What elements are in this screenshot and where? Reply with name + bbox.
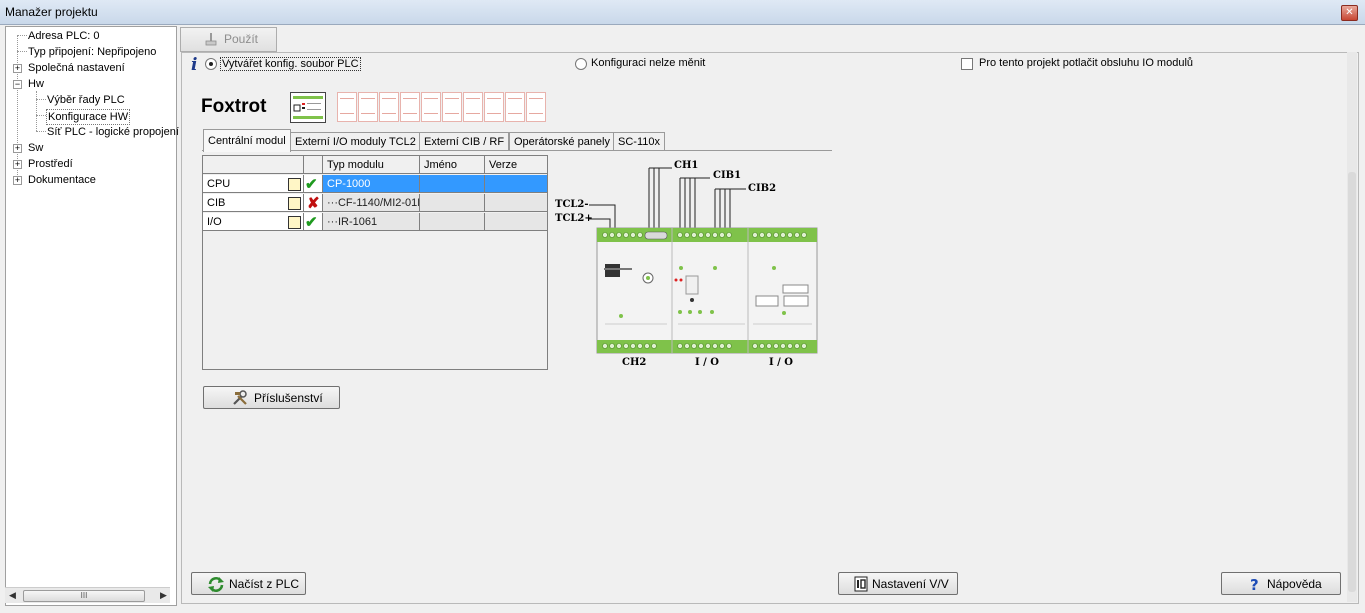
label-no-change[interactable]: Konfiguraci nelze měnit [591, 57, 705, 69]
tree-line [36, 91, 37, 131]
empty-module-slot[interactable] [505, 92, 525, 122]
expand-icon[interactable]: + [13, 64, 22, 73]
expand-icon[interactable]: + [13, 160, 22, 169]
apply-label: Použít [224, 32, 259, 46]
grid-header-version[interactable]: Verze [485, 156, 547, 174]
tree-item-hw-config[interactable]: Konfigurace HW [46, 109, 131, 125]
scroll-thumb[interactable] [1348, 172, 1356, 592]
grid-header-blank [304, 156, 323, 174]
tree-item-environment[interactable]: Prostředí [28, 157, 73, 171]
checkbox-suppress-io[interactable] [961, 58, 973, 70]
apply-button[interactable]: Použít [180, 27, 277, 52]
collapse-icon[interactable]: − [13, 80, 22, 89]
grid-cell-name-io[interactable] [420, 213, 485, 231]
grid-header-name[interactable]: Jméno [420, 156, 485, 174]
scroll-right-icon[interactable]: ▶ [160, 590, 167, 601]
edit-icon[interactable] [288, 216, 301, 229]
grid-cell-version-io[interactable] [485, 213, 547, 231]
grid-cell-version-cib[interactable] [485, 194, 547, 212]
io-settings-icon [854, 576, 868, 592]
tree-item-plc-address[interactable]: Adresa PLC: 0 [28, 29, 100, 43]
accessories-button[interactable]: Příslušenství [203, 386, 340, 409]
refresh-icon [208, 577, 224, 592]
io-settings-button[interactable]: Nastavení V/V [838, 572, 958, 595]
edit-icon[interactable] [288, 178, 301, 191]
expand-icon[interactable]: + [13, 176, 22, 185]
empty-module-slot[interactable] [484, 92, 504, 122]
grid-header-blank [203, 156, 304, 174]
main-vertical-scrollbar[interactable] [1347, 52, 1357, 602]
cpu-module-slot[interactable] [290, 92, 326, 123]
pin-leader-lines [589, 167, 746, 228]
apply-icon [205, 33, 217, 46]
title-bar: Manažer projektu ✕ [0, 0, 1365, 25]
tree-item-plc-network[interactable]: Síť PLC - logické propojení [47, 125, 179, 139]
ok-check-icon: ✔ [305, 214, 318, 231]
load-from-plc-button[interactable]: Načíst z PLC [191, 572, 306, 595]
tab-external-cib-rf[interactable]: Externí CIB / RF [419, 132, 510, 151]
radio-no-change[interactable] [575, 58, 587, 70]
plc-diagram [589, 167, 818, 354]
ok-check-icon: ✔ [305, 176, 318, 193]
tree-line [17, 35, 27, 36]
tree-item-documentation[interactable]: Dokumentace [28, 173, 96, 187]
project-tree: Adresa PLC: 0 Typ připojení: Nepřipojeno… [5, 26, 179, 606]
scroll-thumb[interactable]: III [23, 590, 145, 602]
tree-item-connection-type[interactable]: Typ připojení: Nepřipojeno [28, 45, 156, 59]
help-label: Nápověda [1267, 577, 1322, 591]
tree-line [36, 131, 46, 132]
tree-item-common-settings[interactable]: Společná nastavení [28, 61, 125, 75]
error-cross-icon: ✘ [307, 195, 320, 212]
tab-external-io-tcl2[interactable]: Externí I/O moduly TCL2 [290, 132, 421, 151]
grid-cell-name-cib[interactable] [420, 194, 485, 212]
empty-module-slot[interactable] [463, 92, 483, 122]
module-grid: Typ modulu Jméno Verze CPU ✔ CP-1000 CIB… [202, 155, 548, 370]
tree-item-sw[interactable]: Sw [28, 141, 43, 155]
accessories-label: Příslušenství [254, 391, 323, 405]
grid-header-module-type[interactable]: Typ modulu [323, 156, 420, 174]
tab-strip-line [202, 150, 832, 151]
empty-module-slot[interactable] [358, 92, 378, 122]
grid-cell-module-cpu[interactable]: CP-1000 [323, 175, 420, 193]
load-from-plc-label: Načíst z PLC [229, 577, 300, 591]
tree-item-plc-series[interactable]: Výběr řady PLC [47, 93, 125, 107]
empty-module-slot[interactable] [526, 92, 546, 122]
svg-text:?: ? [1250, 576, 1259, 593]
window-title: Manažer projektu [5, 5, 98, 19]
cpu-module-icon [293, 96, 323, 119]
scroll-left-icon[interactable]: ◀ [9, 590, 16, 601]
edit-icon[interactable] [288, 197, 301, 210]
grid-cell-module-cib[interactable]: ···CF-1140/MI2-01M [323, 194, 420, 212]
grid-cell-module-io[interactable]: ···IR-1061 [323, 213, 420, 231]
empty-module-slot[interactable] [421, 92, 441, 122]
io-settings-label: Nastavení V/V [872, 577, 949, 591]
device-family-title: Foxtrot [201, 96, 267, 117]
info-icon: i [191, 55, 198, 75]
tools-icon [233, 390, 247, 405]
tree-item-hw[interactable]: Hw [28, 77, 44, 91]
grid-cell-name-cpu[interactable] [420, 175, 485, 193]
label-create-config[interactable]: Vytvářet konfig. soubor PLC [220, 57, 361, 71]
tab-central-module[interactable]: Centrální modul [203, 129, 291, 152]
help-button[interactable]: ? Nápověda [1221, 572, 1341, 595]
empty-module-slot[interactable] [400, 92, 420, 122]
empty-module-slot[interactable] [379, 92, 399, 122]
tree-line [36, 99, 46, 100]
expand-icon[interactable]: + [13, 144, 22, 153]
empty-module-slot[interactable] [337, 92, 357, 122]
tab-operator-panels[interactable]: Operátorské panely [509, 132, 615, 151]
empty-module-slot[interactable] [442, 92, 462, 122]
tab-sc110x[interactable]: SC-110x [613, 132, 665, 151]
label-suppress-io[interactable]: Pro tento projekt potlačit obsluhu IO mo… [979, 57, 1193, 69]
grid-cell-version-cpu[interactable] [485, 175, 547, 193]
tree-line [36, 115, 46, 116]
radio-create-config[interactable] [205, 58, 217, 70]
help-icon: ? [1250, 576, 1259, 593]
tree-line [17, 51, 27, 52]
tree-horizontal-scrollbar[interactable]: ◀ III ▶ [5, 587, 170, 603]
close-button[interactable]: ✕ [1341, 5, 1358, 21]
